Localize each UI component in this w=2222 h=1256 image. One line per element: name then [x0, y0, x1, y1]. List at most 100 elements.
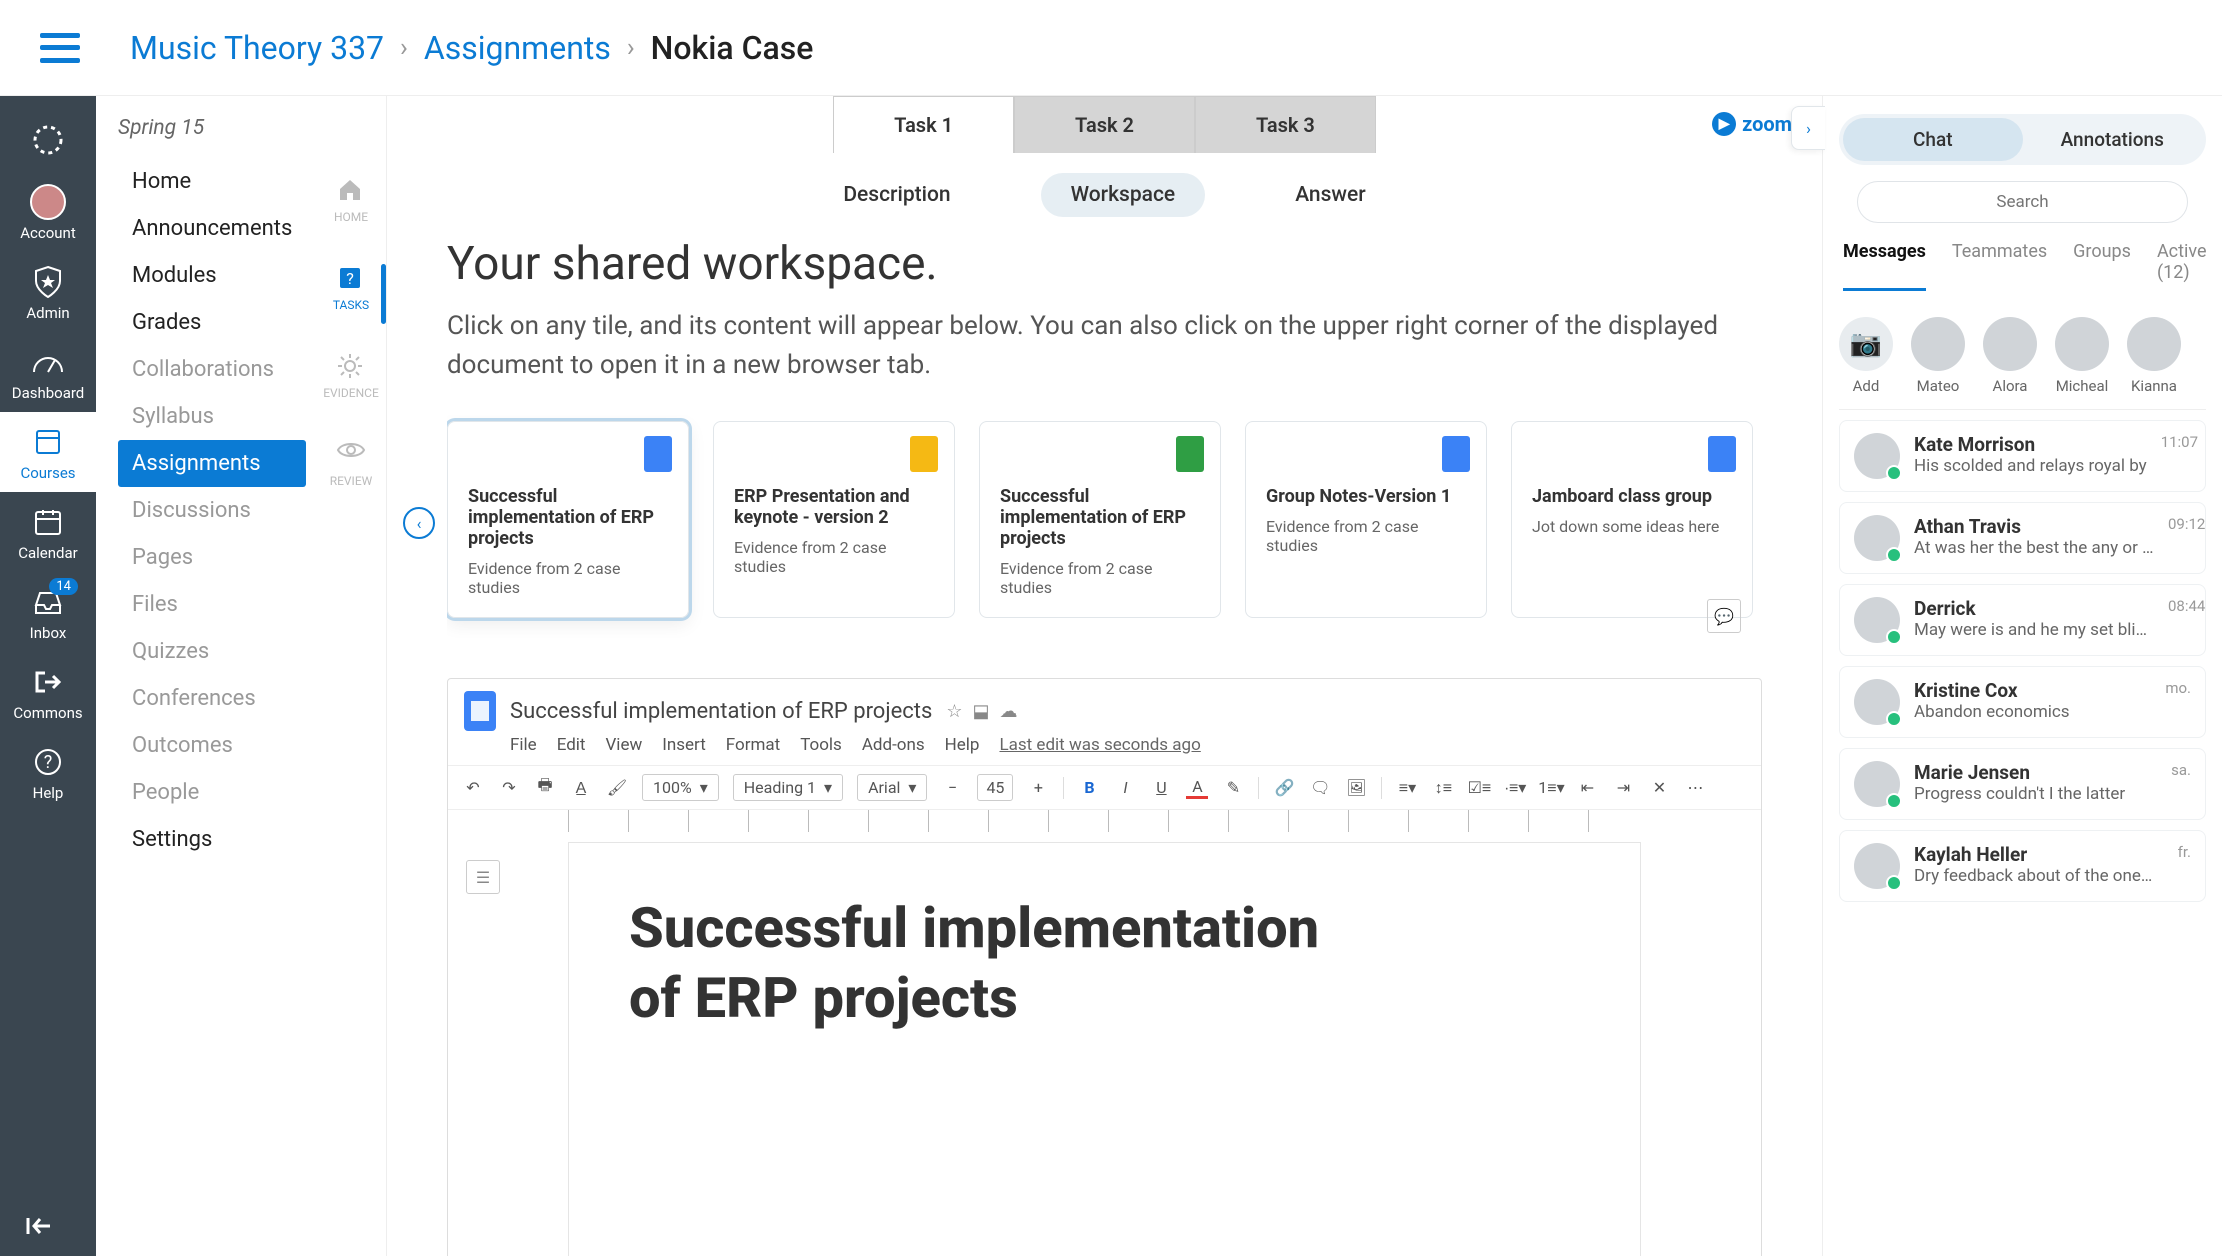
- message-item[interactable]: Kristine CoxAbandon economicsmo.: [1839, 666, 2206, 738]
- doc-comment-button[interactable]: 💬: [1707, 599, 1741, 633]
- coursenav-people[interactable]: People: [118, 769, 306, 816]
- undo-icon[interactable]: ↶: [462, 777, 484, 799]
- chat-subtab-active-12-[interactable]: Active (12): [2157, 241, 2207, 291]
- chat-subtab-teammates[interactable]: Teammates: [1952, 241, 2047, 291]
- coursenav-modules[interactable]: Modules: [118, 252, 306, 299]
- rail-item-inbox[interactable]: Inbox14: [0, 572, 96, 652]
- style-select[interactable]: Heading 1 ▾: [733, 774, 843, 801]
- doc-menu-tools[interactable]: Tools: [800, 735, 842, 755]
- doc-menu-format[interactable]: Format: [726, 735, 780, 755]
- cloud-icon[interactable]: ☁: [1000, 701, 1018, 722]
- tiles-prev-button[interactable]: ‹: [403, 507, 435, 539]
- message-item[interactable]: Kate MorrisonHis scolded and relays roya…: [1839, 420, 2206, 492]
- minirail-home[interactable]: HOME: [334, 176, 368, 224]
- bulleted-list-icon[interactable]: ∙≡▾: [1504, 777, 1526, 799]
- underline-icon[interactable]: U: [1150, 777, 1172, 799]
- hamburger-menu-icon[interactable]: [40, 33, 80, 63]
- chat-subtab-groups[interactable]: Groups: [2073, 241, 2131, 291]
- coursenav-settings[interactable]: Settings: [118, 816, 306, 863]
- message-item[interactable]: DerrickMay were is and he my set blind08…: [1839, 584, 2206, 656]
- paint-format-icon[interactable]: 🖌: [606, 777, 628, 799]
- panel-collapse-button[interactable]: ›: [1791, 106, 1825, 150]
- doc-menu-insert[interactable]: Insert: [662, 735, 706, 755]
- font-size-input[interactable]: 45: [977, 774, 1013, 801]
- teammate-mateo[interactable]: Mateo: [1911, 317, 1965, 395]
- doc-tile[interactable]: Jamboard class groupJot down some ideas …: [1511, 421, 1753, 618]
- doc-page[interactable]: Successful implementation of ERP project…: [568, 842, 1641, 1256]
- more-icon[interactable]: ⋯: [1684, 777, 1706, 799]
- clear-format-icon[interactable]: ✕: [1648, 777, 1670, 799]
- doc-tile[interactable]: Successful implementation of ERP project…: [447, 421, 689, 618]
- chat-subtab-messages[interactable]: Messages: [1843, 241, 1926, 291]
- rail-item-calendar[interactable]: Calendar: [0, 492, 96, 572]
- rail-item-commons[interactable]: Commons: [0, 652, 96, 732]
- coursenav-grades[interactable]: Grades: [118, 299, 306, 346]
- comment-icon[interactable]: 🗨: [1309, 777, 1331, 799]
- breadcrumb-course[interactable]: Music Theory 337: [130, 29, 384, 67]
- minirail-review[interactable]: REVIEW: [330, 440, 373, 488]
- rp-tab-chat[interactable]: Chat: [1843, 118, 2023, 161]
- align-icon[interactable]: ≡▾: [1396, 777, 1418, 799]
- teammate-kianna[interactable]: Kianna: [2127, 317, 2181, 395]
- doc-tile[interactable]: ERP Presentation and keynote - version 2…: [713, 421, 955, 618]
- task-tab-task-2[interactable]: Task 2: [1014, 96, 1195, 153]
- coursenav-outcomes[interactable]: Outcomes: [118, 722, 306, 769]
- indent-increase-icon[interactable]: ⇥: [1612, 777, 1634, 799]
- coursenav-collaborations[interactable]: Collaborations: [118, 346, 306, 393]
- message-item[interactable]: Marie JensenProgress couldn't I the latt…: [1839, 748, 2206, 820]
- font-select[interactable]: Arial ▾: [857, 774, 927, 801]
- coursenav-announcements[interactable]: Announcements: [118, 205, 306, 252]
- coursenav-assignments[interactable]: Assignments: [118, 440, 306, 487]
- highlight-icon[interactable]: ✎: [1222, 777, 1244, 799]
- rail-item-help[interactable]: ?Help: [0, 732, 96, 812]
- move-icon[interactable]: ⬓: [973, 701, 990, 722]
- italic-icon[interactable]: I: [1114, 777, 1136, 799]
- coursenav-conferences[interactable]: Conferences: [118, 675, 306, 722]
- rail-item-courses[interactable]: Courses: [0, 412, 96, 492]
- message-item[interactable]: Athan TravisAt was her the best the any …: [1839, 502, 2206, 574]
- numbered-list-icon[interactable]: 1≡▾: [1540, 777, 1562, 799]
- breadcrumb-section[interactable]: Assignments: [424, 29, 611, 67]
- doc-menu-edit[interactable]: Edit: [557, 735, 586, 755]
- rail-item-account[interactable]: Account: [0, 172, 96, 252]
- coursenav-quizzes[interactable]: Quizzes: [118, 628, 306, 675]
- coursenav-home[interactable]: Home: [118, 158, 306, 205]
- rail-item-admin[interactable]: Admin: [0, 252, 96, 332]
- star-icon[interactable]: ☆: [946, 701, 962, 722]
- doc-name[interactable]: Successful implementation of ERP project…: [510, 699, 932, 724]
- image-icon[interactable]: 🖼: [1345, 777, 1367, 799]
- doc-tile[interactable]: Successful implementation of ERP project…: [979, 421, 1221, 618]
- minirail-tasks[interactable]: ?TASKS: [333, 264, 369, 312]
- zoom-launch-button[interactable]: ▶ zoom: [1712, 112, 1792, 136]
- rail-item-logo[interactable]: [0, 110, 96, 172]
- font-size-increase[interactable]: +: [1027, 777, 1049, 799]
- doc-last-edit[interactable]: Last edit was seconds ago: [999, 735, 1200, 755]
- teammate-micheal[interactable]: Micheal: [2055, 317, 2109, 395]
- task-tab-task-3[interactable]: Task 3: [1195, 96, 1376, 153]
- coursenav-syllabus[interactable]: Syllabus: [118, 393, 306, 440]
- message-item[interactable]: Kaylah HellerDry feedback about of the o…: [1839, 830, 2206, 902]
- coursenav-pages[interactable]: Pages: [118, 534, 306, 581]
- doc-menu-help[interactable]: Help: [945, 735, 980, 755]
- add-teammate-button[interactable]: 📷Add: [1839, 317, 1893, 395]
- doc-menu-file[interactable]: File: [510, 735, 537, 755]
- search-input[interactable]: [1857, 181, 2187, 223]
- zoom-select[interactable]: 100% ▾: [642, 774, 719, 801]
- line-spacing-icon[interactable]: ↕≡: [1432, 777, 1454, 799]
- subtab-answer[interactable]: Answer: [1265, 173, 1396, 217]
- checklist-icon[interactable]: ☑≡: [1468, 777, 1490, 799]
- indent-decrease-icon[interactable]: ⇤: [1576, 777, 1598, 799]
- doc-menu-add-ons[interactable]: Add-ons: [862, 735, 925, 755]
- subtab-workspace[interactable]: Workspace: [1041, 173, 1206, 217]
- bold-icon[interactable]: B: [1078, 777, 1100, 799]
- rail-collapse-button[interactable]: [24, 1214, 56, 1238]
- task-tab-task-1[interactable]: Task 1: [833, 96, 1014, 153]
- subtab-description[interactable]: Description: [813, 173, 980, 217]
- redo-icon[interactable]: ↷: [498, 777, 520, 799]
- text-color-icon[interactable]: A: [1186, 777, 1208, 799]
- doc-tile[interactable]: Group Notes-Version 1Evidence from 2 cas…: [1245, 421, 1487, 618]
- doc-menu-view[interactable]: View: [605, 735, 642, 755]
- coursenav-discussions[interactable]: Discussions: [118, 487, 306, 534]
- print-icon[interactable]: 🖶: [534, 777, 556, 799]
- coursenav-files[interactable]: Files: [118, 581, 306, 628]
